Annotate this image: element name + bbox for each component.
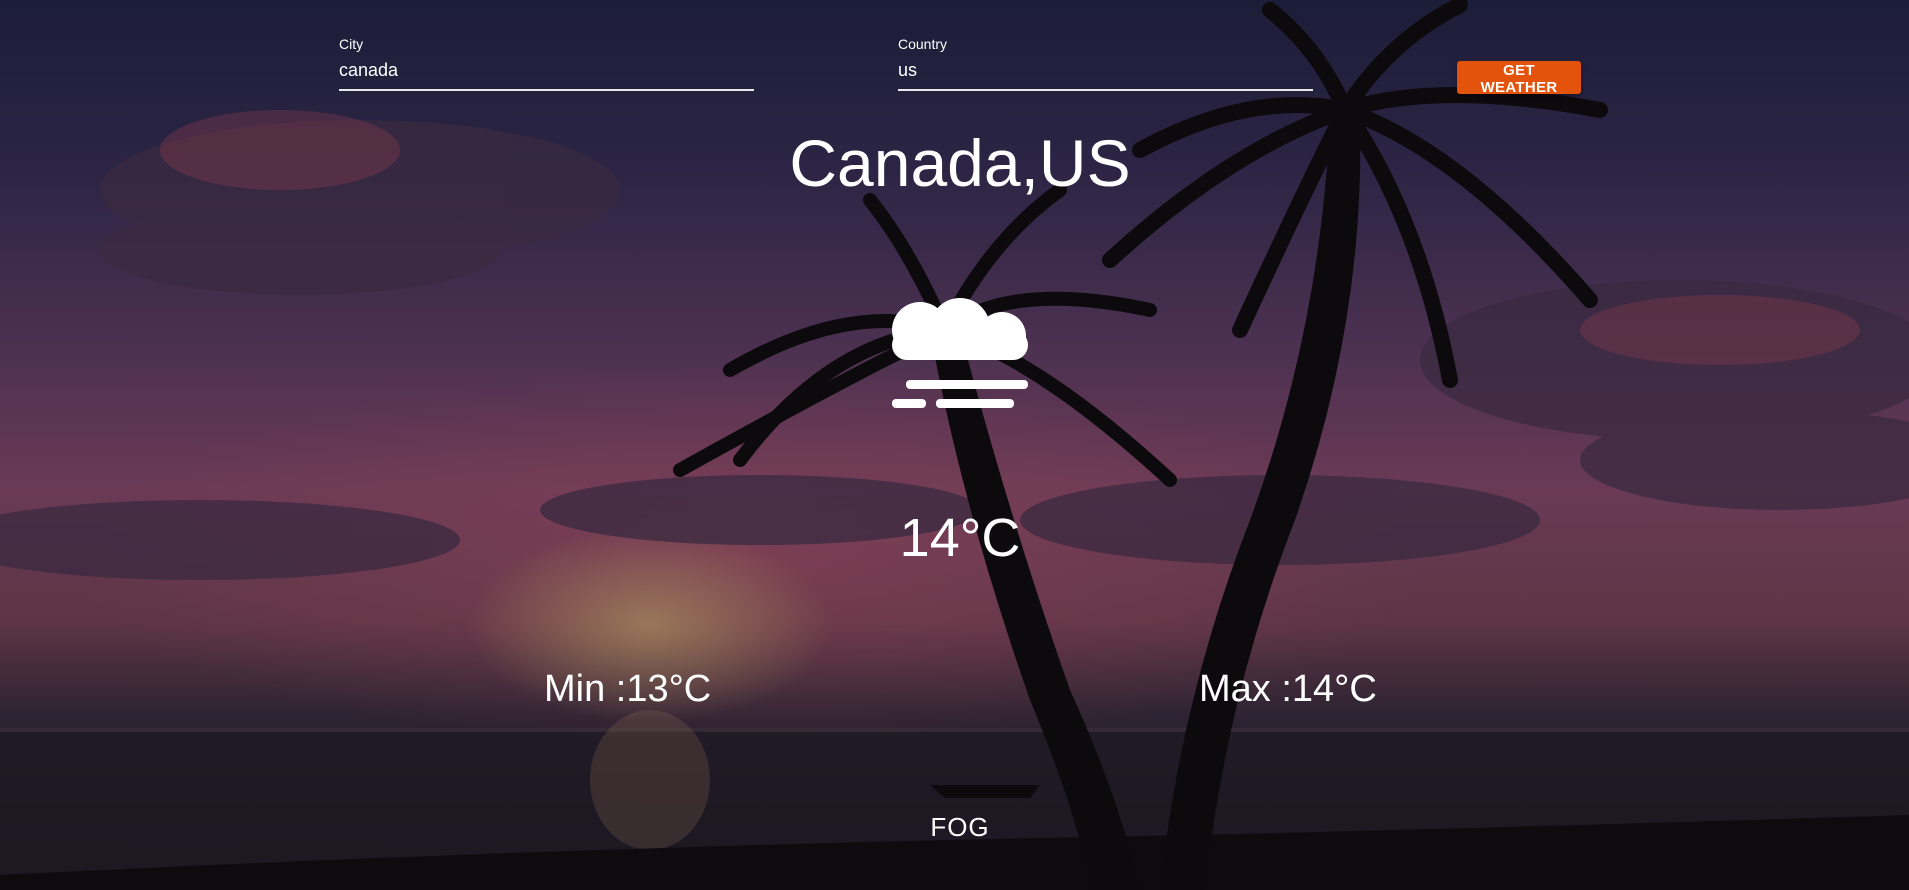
country-label: Country [898, 36, 948, 52]
fog-icon [892, 298, 1028, 414]
city-input[interactable] [339, 58, 754, 91]
temperature: 14°C [899, 508, 1021, 568]
location-title: Canada,US [789, 126, 1131, 200]
max-temperature: Max :14°C [1199, 668, 1377, 710]
get-weather-button[interactable]: GET WEATHER [1457, 61, 1581, 96]
city-field: City [339, 36, 754, 91]
country-input[interactable] [898, 58, 1313, 91]
min-temperature: Min :13°C [544, 668, 712, 710]
weather-condition: FOG [930, 812, 990, 842]
country-field: Country [898, 36, 1313, 91]
city-label: City [339, 36, 364, 52]
